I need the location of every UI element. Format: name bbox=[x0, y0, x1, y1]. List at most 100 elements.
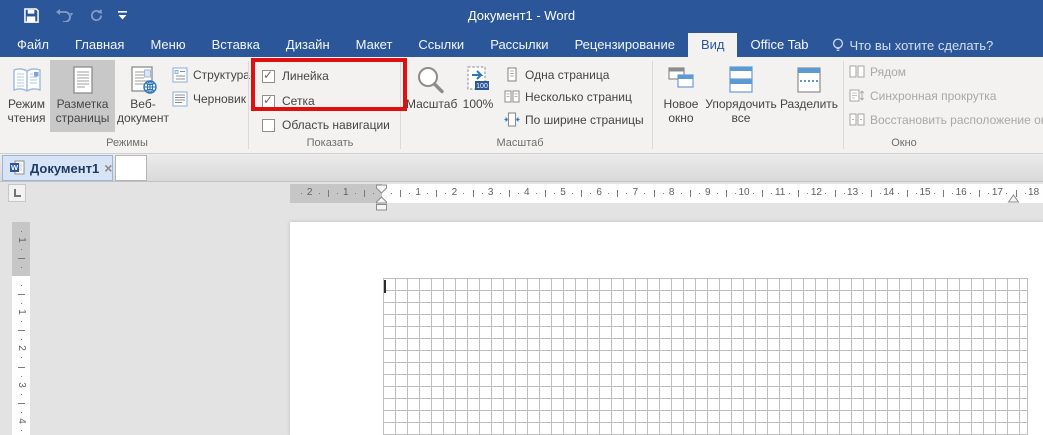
ruler-mark: 16 bbox=[956, 187, 967, 199]
print-layout-button[interactable]: Разметкастраницы bbox=[50, 60, 115, 132]
ruler-mark bbox=[771, 193, 772, 194]
ruler-mark: 3 bbox=[488, 187, 494, 199]
ruler-mark: 8 bbox=[669, 187, 675, 199]
page-width-button[interactable]: По ширине страницы bbox=[504, 111, 644, 129]
tab-office-tab[interactable]: Office Tab bbox=[737, 33, 821, 57]
zoom-100-button[interactable]: 100 100% bbox=[458, 60, 498, 132]
tab-stop-selector-button[interactable] bbox=[8, 184, 26, 202]
page-width-icon bbox=[504, 112, 520, 128]
ruler-mark bbox=[681, 193, 682, 194]
new-window-button[interactable]: Новоеокно bbox=[658, 60, 704, 132]
ruler-mark bbox=[988, 193, 989, 194]
read-mode-button[interactable]: Режимчтения bbox=[4, 60, 49, 132]
ruler-mark bbox=[690, 190, 691, 197]
tab-file[interactable]: Файл bbox=[4, 33, 62, 57]
group-separator bbox=[843, 61, 844, 149]
ruler-mark bbox=[825, 193, 826, 194]
undo-button[interactable] bbox=[53, 8, 75, 22]
tab-references[interactable]: Ссылки bbox=[405, 33, 477, 57]
tab-mailings[interactable]: Рассылки bbox=[477, 33, 561, 57]
tab-view[interactable]: Вид bbox=[688, 33, 738, 57]
zoom-100-icon: 100 bbox=[462, 64, 494, 96]
arrange-all-button[interactable]: Упорядочитьвсе bbox=[704, 60, 778, 132]
ruler-mark bbox=[789, 193, 790, 194]
quick-access-toolbar bbox=[0, 8, 127, 23]
draft-view-button[interactable]: Черновик bbox=[172, 90, 246, 108]
reset-window-position-button[interactable]: Восстановить расположение окон bbox=[849, 111, 1043, 129]
ruler-mark: 5 bbox=[560, 187, 566, 199]
horizontal-ruler[interactable]: 21123456789101112131415161718 bbox=[290, 184, 1043, 203]
navigation-pane-checkbox[interactable]: Область навигации bbox=[262, 116, 390, 134]
ruler-mark: 9 bbox=[705, 187, 711, 199]
multiple-pages-button[interactable]: Несколько страниц bbox=[504, 88, 632, 106]
tab-review[interactable]: Рецензирование bbox=[562, 33, 688, 57]
arrange-all-label: Упорядочитьвсе bbox=[704, 97, 778, 125]
redo-icon bbox=[89, 8, 104, 23]
document-page[interactable] bbox=[290, 222, 1043, 435]
ruler-mark: 4 bbox=[524, 187, 530, 199]
undo-icon bbox=[53, 8, 75, 22]
ruler-mark bbox=[319, 193, 320, 194]
save-button[interactable] bbox=[24, 8, 39, 23]
group-separator bbox=[400, 61, 401, 149]
outline-view-label: Структура bbox=[193, 68, 250, 82]
ruler-checkbox[interactable]: ✓ Линейка bbox=[262, 67, 329, 85]
tab-home[interactable]: Главная bbox=[62, 33, 137, 57]
new-document-tab-button[interactable] bbox=[115, 155, 147, 181]
ruler-mark bbox=[663, 193, 664, 194]
ruler-mark bbox=[952, 193, 953, 194]
tab-design[interactable]: Дизайн bbox=[273, 33, 343, 57]
zoom-button[interactable]: Масштаб bbox=[406, 60, 454, 132]
close-icon[interactable]: × bbox=[104, 162, 112, 174]
window-title: Документ1 - Word bbox=[0, 8, 1043, 23]
magnifier-icon bbox=[414, 64, 446, 96]
ruler-checkbox-label: Линейка bbox=[282, 69, 329, 83]
tell-me-box[interactable]: Что вы хотите сделать? bbox=[822, 33, 1004, 57]
ruler-mark bbox=[509, 190, 510, 197]
ruler-mark bbox=[762, 190, 763, 197]
customize-quick-access-button[interactable] bbox=[118, 10, 127, 20]
group-label-show: Показать bbox=[307, 137, 354, 149]
indent-markers[interactable] bbox=[374, 184, 389, 211]
ruler-mark bbox=[337, 193, 338, 194]
ruler-mark bbox=[844, 193, 845, 194]
tab-menu[interactable]: Меню bbox=[137, 33, 198, 57]
right-indent-marker[interactable] bbox=[1006, 193, 1021, 203]
document-tab-active[interactable]: W Документ1 × bbox=[2, 155, 113, 181]
ruler-mark: 2 bbox=[307, 187, 313, 199]
ruler-mark: 17 bbox=[992, 187, 1003, 199]
ruler-mark bbox=[21, 231, 22, 232]
ruler-mark bbox=[934, 193, 935, 194]
left-tab-stop-icon bbox=[14, 189, 21, 197]
outline-view-button[interactable]: Структура bbox=[172, 66, 250, 84]
web-layout-button[interactable]: Веб-документ bbox=[116, 60, 170, 132]
vertical-ruler[interactable]: 11234 bbox=[12, 222, 30, 435]
group-separator bbox=[248, 61, 249, 149]
word-window: Документ1 - Word bbox=[0, 0, 1043, 435]
ruler-mark bbox=[355, 193, 356, 194]
one-page-button[interactable]: Одна страница bbox=[504, 66, 609, 84]
print-layout-icon bbox=[67, 64, 99, 96]
ruler-mark: 1 bbox=[343, 187, 349, 199]
navigation-pane-checkbox-label: Область навигации bbox=[282, 118, 390, 132]
split-button[interactable]: Разделить bbox=[779, 60, 839, 132]
checkbox-box: ✓ bbox=[262, 95, 275, 108]
gridlines-checkbox[interactable]: ✓ Сетка bbox=[262, 92, 315, 110]
ruler-mark bbox=[699, 193, 700, 194]
view-side-by-side-button[interactable]: Рядом bbox=[849, 63, 906, 81]
tab-insert[interactable]: Вставка bbox=[199, 33, 273, 57]
ruler-mark bbox=[21, 249, 22, 250]
ruler-mark bbox=[21, 339, 22, 340]
group-separator bbox=[652, 61, 653, 149]
reset-windows-icon bbox=[849, 112, 865, 128]
group-label-zoom: Масштаб bbox=[496, 137, 543, 149]
redo-button[interactable] bbox=[89, 8, 104, 23]
tab-layout[interactable]: Макет bbox=[343, 33, 406, 57]
lightbulb-icon bbox=[832, 38, 844, 53]
ribbon: Режимчтения Разметкастраницы Веб-докумен… bbox=[0, 57, 1043, 154]
split-label: Разделить bbox=[779, 97, 839, 111]
synchronous-scrolling-button[interactable]: Синхронная прокрутка bbox=[849, 87, 996, 105]
ruler-mark bbox=[1016, 190, 1017, 197]
ruler-mark bbox=[21, 412, 22, 413]
ruler-mark bbox=[328, 190, 329, 197]
